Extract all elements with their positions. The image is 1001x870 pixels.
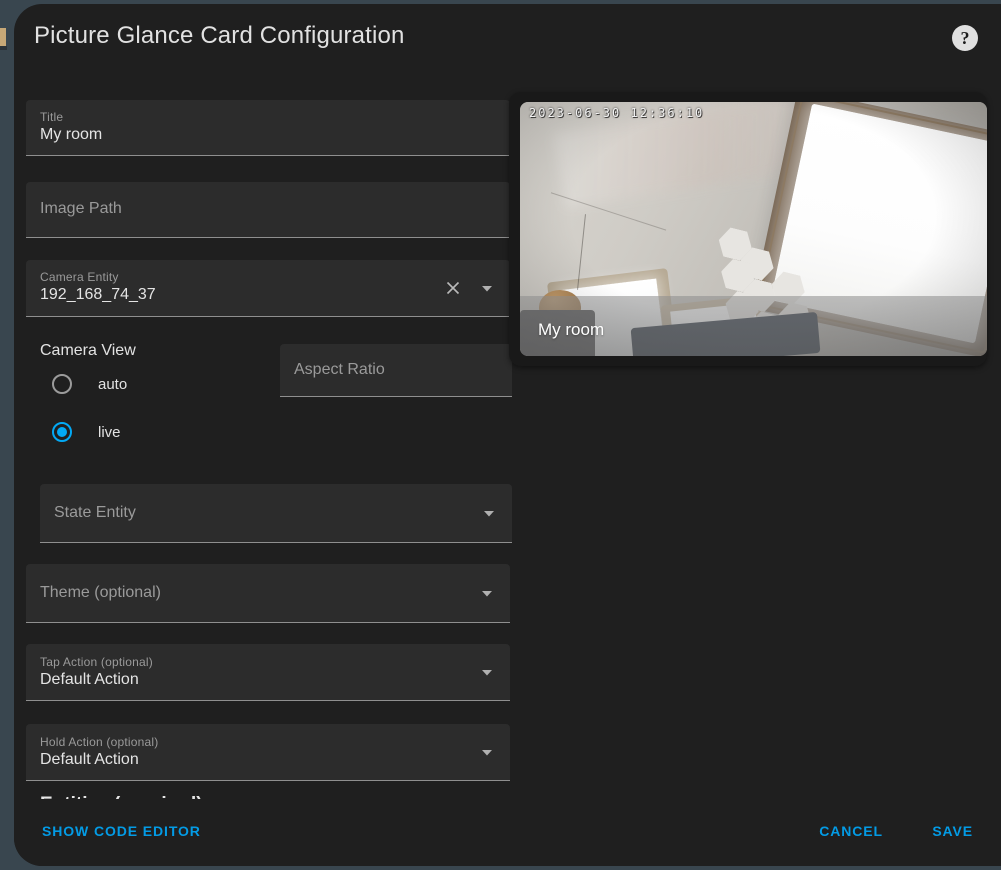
- chevron-down-icon[interactable]: [480, 586, 494, 600]
- background-strip-secondary: [0, 46, 7, 50]
- card-configuration-dialog: Picture Glance Card Configuration ? Titl…: [14, 4, 1001, 866]
- camera-entity-field[interactable]: Camera Entity 192_168_74_37: [26, 260, 510, 317]
- radio-checked-icon: [52, 422, 72, 442]
- state-entity-field[interactable]: State Entity: [40, 484, 512, 543]
- tap-action-field[interactable]: Tap Action (optional) Default Action: [26, 644, 510, 701]
- card-preview-title: My room: [538, 320, 605, 339]
- chevron-down-icon[interactable]: [480, 745, 494, 759]
- hold-action-field-label: Hold Action (optional): [40, 735, 159, 749]
- dialog-header: Picture Glance Card Configuration ?: [14, 4, 1001, 74]
- tap-action-field-label: Tap Action (optional): [40, 655, 153, 669]
- radio-camera-view-live-label: live: [98, 423, 121, 441]
- radio-unchecked-icon: [52, 374, 72, 394]
- camera-entity-field-label: Camera Entity: [40, 270, 119, 284]
- camera-view-label: Camera View: [40, 342, 136, 359]
- theme-field-placeholder: Theme (optional): [40, 584, 161, 601]
- tap-action-field-value: Default Action: [40, 671, 139, 688]
- image-path-field[interactable]: Image Path: [26, 182, 510, 238]
- aspect-ratio-field-placeholder: Aspect Ratio: [294, 361, 385, 378]
- title-field[interactable]: Title My room: [26, 100, 510, 156]
- save-button[interactable]: SAVE: [932, 823, 973, 839]
- chevron-down-icon[interactable]: [482, 506, 496, 520]
- screen: Picture Glance Card Configuration ? Titl…: [0, 0, 1001, 870]
- chevron-down-icon[interactable]: [480, 281, 494, 295]
- camera-entity-field-value: 192_168_74_37: [40, 286, 156, 303]
- background-strip: [0, 28, 6, 46]
- radio-camera-view-auto-label: auto: [98, 375, 128, 393]
- theme-field[interactable]: Theme (optional): [26, 564, 510, 623]
- picture-glance-card[interactable]: 2023-06-30 12:36:10 My room: [520, 102, 987, 356]
- camera-timestamp-overlay: 2023-06-30 12:36:10: [529, 106, 705, 120]
- help-button[interactable]: ?: [952, 25, 978, 51]
- page-title: Picture Glance Card Configuration: [34, 22, 405, 49]
- card-preview: 2023-06-30 12:36:10 My room: [509, 92, 987, 366]
- hold-action-field[interactable]: Hold Action (optional) Default Action: [26, 724, 510, 781]
- image-path-field-placeholder: Image Path: [40, 200, 122, 217]
- help-circle-icon: ?: [952, 25, 978, 51]
- chevron-down-icon[interactable]: [480, 665, 494, 679]
- title-field-label: Title: [40, 110, 64, 124]
- background-page-sliver: [0, 0, 14, 870]
- aspect-ratio-field[interactable]: Aspect Ratio: [280, 344, 512, 397]
- state-entity-field-placeholder: State Entity: [54, 504, 136, 521]
- hold-action-field-value: Default Action: [40, 751, 139, 768]
- close-icon[interactable]: [444, 279, 462, 297]
- dialog-footer: SHOW CODE EDITOR CANCEL SAVE: [14, 799, 1001, 866]
- cancel-button[interactable]: CANCEL: [819, 823, 883, 839]
- radio-camera-view-live[interactable]: live: [52, 422, 121, 442]
- title-field-value: My room: [40, 126, 103, 143]
- dialog-content: Title My room Image Path Camera Entity 1…: [14, 74, 1001, 799]
- radio-camera-view-auto[interactable]: auto: [52, 374, 127, 394]
- show-code-editor-button[interactable]: SHOW CODE EDITOR: [42, 823, 201, 839]
